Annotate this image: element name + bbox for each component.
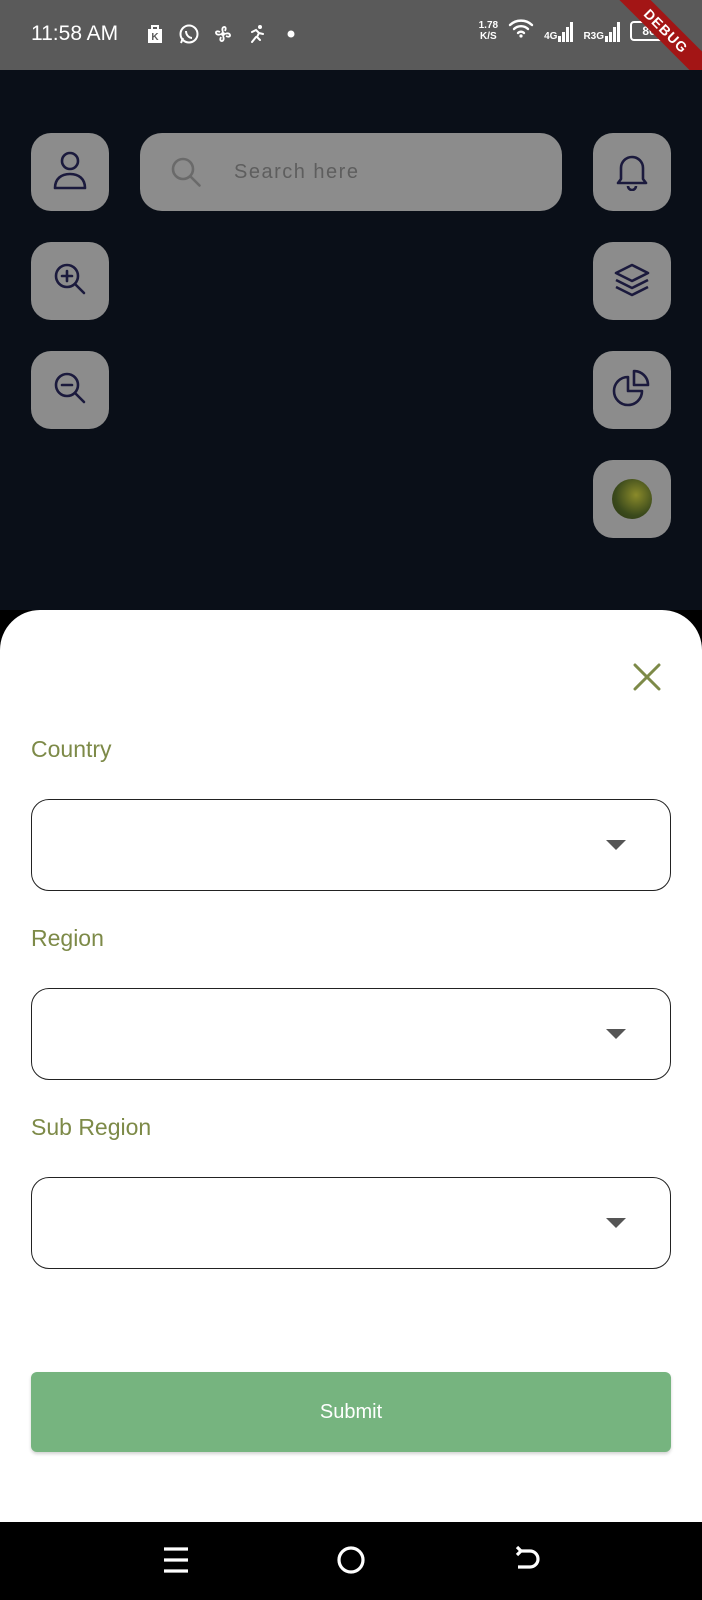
chevron-down-icon — [606, 1029, 626, 1039]
status-time: 11:58 AM — [31, 22, 119, 45]
sub-region-dropdown[interactable] — [31, 1177, 671, 1269]
whatsapp-icon — [178, 22, 200, 46]
notification-icons: K — [144, 22, 302, 46]
chevron-down-icon — [606, 1218, 626, 1228]
filter-sheet: Country Region Sub Region Submit — [0, 610, 702, 1522]
avatar — [612, 479, 652, 519]
home-icon — [336, 1545, 366, 1580]
svg-text:K: K — [151, 32, 159, 43]
zoom-in-icon — [50, 259, 90, 304]
country-label: Country — [31, 736, 112, 762]
net-speed: 1.78 K/S — [479, 20, 498, 42]
back-icon — [512, 1545, 542, 1580]
runner-icon — [246, 22, 268, 46]
net-speed-unit: K/S — [480, 30, 497, 42]
signal-4g: 4G — [544, 20, 574, 42]
status-right: 1.78 K/S 4G R3G 80 — [479, 18, 668, 43]
region-label: Region — [31, 925, 104, 951]
status-bar: 11:58 AM K 1.78 K/S 4G R3G DEBUG — [0, 0, 702, 89]
search-input[interactable] — [234, 160, 534, 184]
home-button[interactable] — [329, 1540, 373, 1584]
pie-chart-icon — [611, 367, 653, 414]
close-icon — [632, 662, 662, 697]
notifications-button[interactable] — [593, 133, 671, 211]
profile-icon — [50, 148, 90, 197]
search-icon — [168, 154, 204, 190]
close-button[interactable] — [630, 662, 664, 696]
sub-region-label: Sub Region — [31, 1114, 152, 1140]
chevron-down-icon — [606, 840, 626, 850]
network-label-1: 4G — [544, 30, 558, 42]
avatar-button[interactable] — [593, 460, 671, 538]
menu-icon — [163, 1546, 189, 1579]
search-bar[interactable] — [140, 133, 562, 211]
signal-r3g: R3G — [583, 20, 620, 42]
back-button[interactable] — [505, 1540, 549, 1584]
zoom-out-icon — [50, 368, 90, 413]
country-dropdown[interactable] — [31, 799, 671, 891]
navigation-bar — [0, 1522, 702, 1600]
wifi-icon — [508, 18, 534, 43]
chart-button[interactable] — [593, 351, 671, 429]
profile-button[interactable] — [31, 133, 109, 211]
submit-button[interactable]: Submit — [31, 1372, 671, 1452]
layers-icon — [611, 259, 653, 304]
network-label-2: R3G — [583, 30, 604, 42]
layers-button[interactable] — [593, 242, 671, 320]
zoom-in-button[interactable] — [31, 242, 109, 320]
net-speed-value: 1.78 — [478, 19, 499, 31]
bell-icon — [612, 149, 652, 196]
menu-button[interactable] — [154, 1540, 198, 1584]
zoom-out-button[interactable] — [31, 351, 109, 429]
fan-icon — [212, 22, 234, 46]
dot-icon — [280, 22, 302, 46]
k-app-icon: K — [144, 22, 166, 46]
region-dropdown[interactable] — [31, 988, 671, 1080]
